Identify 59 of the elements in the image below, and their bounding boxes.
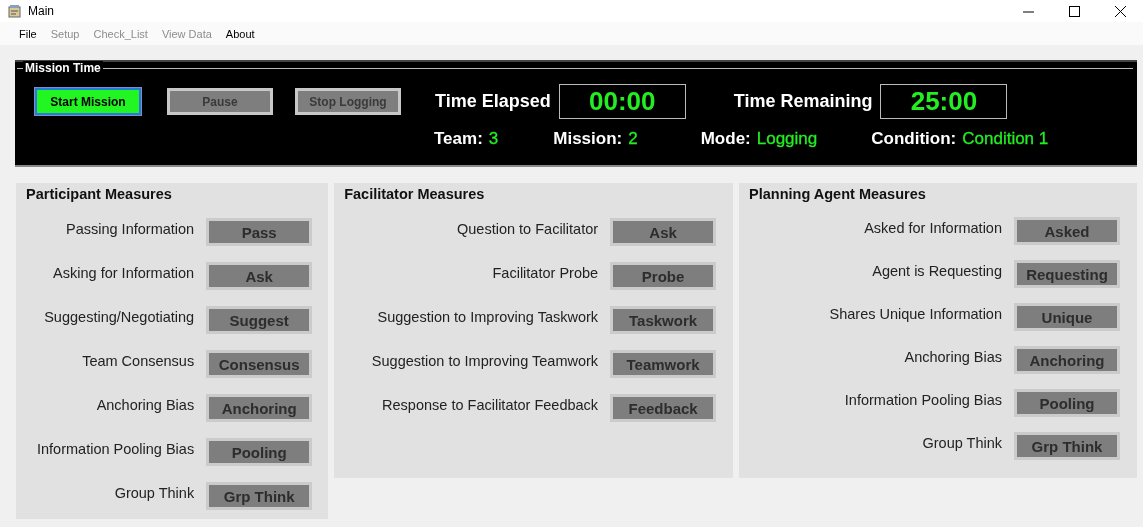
measure-label: Suggestion to Improving Teamwork (371, 353, 599, 369)
close-icon[interactable] (1114, 5, 1126, 17)
info-value: 3 (488, 129, 499, 149)
measure-button[interactable]: Anchoring (206, 394, 313, 422)
window-title: Main (28, 4, 54, 18)
measure-label: Question to Facilitator (457, 221, 599, 237)
measure-button[interactable]: Probe (610, 262, 717, 290)
measure-label: Suggesting/Negotiating (44, 309, 195, 325)
measure-button[interactable]: Grp Think (206, 482, 313, 510)
mission-button[interactable]: Start Mission (35, 88, 141, 115)
maximize-icon[interactable] (1068, 5, 1080, 17)
menu-item[interactable]: About (218, 27, 262, 40)
measure-label: Anchoring Bias (96, 397, 195, 413)
info-value: Logging (756, 129, 818, 149)
measure-button[interactable]: Anchoring (1014, 346, 1120, 374)
time-label: Time Remaining (733, 91, 873, 112)
measure-label: Information Pooling Bias (844, 392, 1002, 408)
measure-button[interactable]: Consensus (206, 350, 313, 378)
measure-label: Agent is Requesting (872, 263, 1002, 279)
app-icon (8, 4, 22, 18)
measure-label: Passing Information (66, 221, 195, 237)
measure-button[interactable]: Suggest (206, 306, 313, 334)
measure-button[interactable]: Requesting (1014, 260, 1120, 288)
info-value: 2 (628, 129, 638, 149)
measure-button[interactable]: Teamwork (610, 350, 717, 378)
measure-button[interactable]: Asked (1014, 217, 1120, 245)
time-display: 00:00 (558, 84, 686, 119)
measure-button[interactable]: Pooling (1014, 389, 1120, 417)
measure-label: Asked for Information (864, 220, 1002, 236)
menu-item[interactable]: File (12, 27, 44, 40)
measure-button[interactable]: Unique (1014, 303, 1120, 331)
measure-button[interactable]: Ask (206, 262, 313, 290)
measure-button[interactable]: Grp Think (1014, 432, 1120, 460)
measure-label: Response to Facilitator Feedback (382, 397, 599, 413)
measure-label: Suggestion to Improving Taskwork (377, 309, 599, 325)
measure-label: Shares Unique Information (829, 306, 1002, 322)
measure-button[interactable]: Pass (206, 218, 313, 246)
panel-title: Facilitator Measures (343, 186, 486, 202)
measure-button[interactable]: Pooling (206, 438, 313, 466)
group-title: Mission Time (23, 61, 103, 75)
measure-label: Information Pooling Bias (37, 441, 195, 457)
time-label: Time Elapsed (435, 91, 551, 112)
info-label: Mode: (700, 129, 751, 149)
measure-label: Team Consensus (82, 353, 195, 369)
measure-label: Asking for Information (53, 265, 195, 281)
measure-button[interactable]: Taskwork (610, 306, 717, 334)
measure-button[interactable]: Ask (610, 218, 717, 246)
measure-label: Facilitator Probe (492, 265, 599, 281)
measure-label: Group Think (114, 485, 195, 501)
info-label: Condition: (871, 129, 957, 149)
info-label: Mission: (553, 129, 623, 149)
info-value: Condition 1 (962, 129, 1049, 149)
time-display: 25:00 (880, 84, 1008, 119)
measure-label: Anchoring Bias (904, 349, 1002, 365)
measure-label: Group Think (922, 435, 1002, 451)
panel-title: Participant Measures (25, 186, 173, 202)
measure-button[interactable]: Feedback (610, 394, 717, 422)
info-label: Team: (434, 129, 483, 149)
panel-title: Planning Agent Measures (748, 186, 927, 202)
